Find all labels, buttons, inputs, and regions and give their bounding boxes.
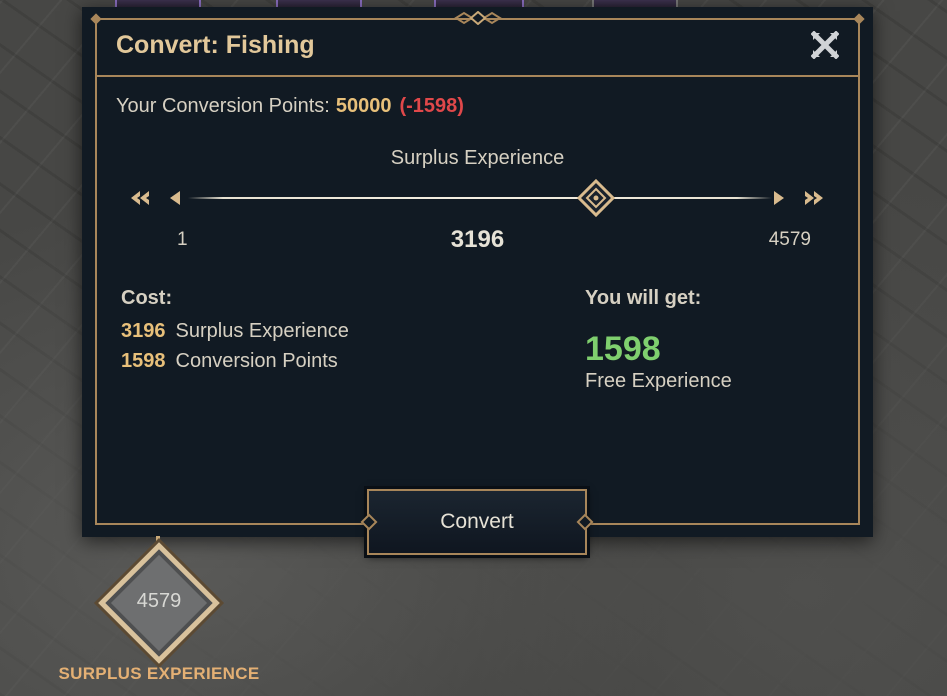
slider-max-label: 4579 [768, 229, 811, 250]
slider-current-value: 3196 [450, 226, 505, 253]
slider-min-button[interactable] [128, 187, 152, 209]
frame-corner-ornament [90, 13, 102, 25]
cost-line: 1598 Conversion Points [121, 346, 349, 376]
slider-max-button[interactable] [802, 187, 826, 209]
close-button[interactable] [810, 30, 840, 60]
cost-amount: 3196 [121, 320, 166, 342]
arrow-right-icon [774, 191, 784, 205]
cost-label: Cost: [121, 287, 173, 309]
slider-increment-button[interactable] [766, 187, 790, 209]
convert-button-label: Convert [440, 510, 514, 533]
conversion-points-value: 50000 [335, 95, 392, 117]
title-divider [95, 75, 860, 77]
reward-label: You will get: [585, 287, 702, 309]
slider-title: Surplus Experience [390, 147, 565, 169]
reward-section: You will get: 1598 Free Experience [585, 287, 732, 393]
badge-caption: SURPLUS EXPERIENCE [58, 664, 260, 683]
diamond-thumb-icon [576, 178, 615, 218]
convert-button[interactable]: Convert [360, 489, 594, 555]
cost-unit: Conversion Points [175, 350, 338, 372]
amount-slider[interactable] [124, 178, 830, 219]
convert-dialog: Convert: Fishing Your Conversion Points:… [82, 7, 873, 537]
dialog-title: Convert: Fishing [116, 31, 315, 59]
reward-amount: 1598 [585, 330, 661, 368]
conversion-points-row: Your Conversion Points: 50000 (-1598) [116, 95, 464, 118]
arrow-left-icon [170, 191, 180, 205]
slider-track[interactable] [188, 197, 772, 199]
top-ornament-icon [453, 11, 502, 25]
cost-line: 3196 Surplus Experience [121, 316, 349, 346]
cost-unit: Surplus Experience [175, 320, 349, 342]
badge-value: 4579 [136, 590, 182, 612]
slider-thumb[interactable] [576, 178, 615, 218]
cost-section: Cost: 3196 Surplus Experience 1598 Convers… [121, 287, 349, 376]
double-chevron-left-icon [131, 191, 149, 205]
close-x-icon [810, 30, 840, 60]
slider-decrement-button[interactable] [164, 187, 188, 209]
cost-amount: 1598 [121, 350, 166, 372]
double-chevron-right-icon [805, 191, 823, 205]
reward-unit: Free Experience [585, 370, 732, 392]
conversion-points-label: Your Conversion Points: [116, 95, 330, 117]
frame-corner-ornament [853, 13, 865, 25]
conversion-points-delta: (-1598) [399, 95, 464, 117]
